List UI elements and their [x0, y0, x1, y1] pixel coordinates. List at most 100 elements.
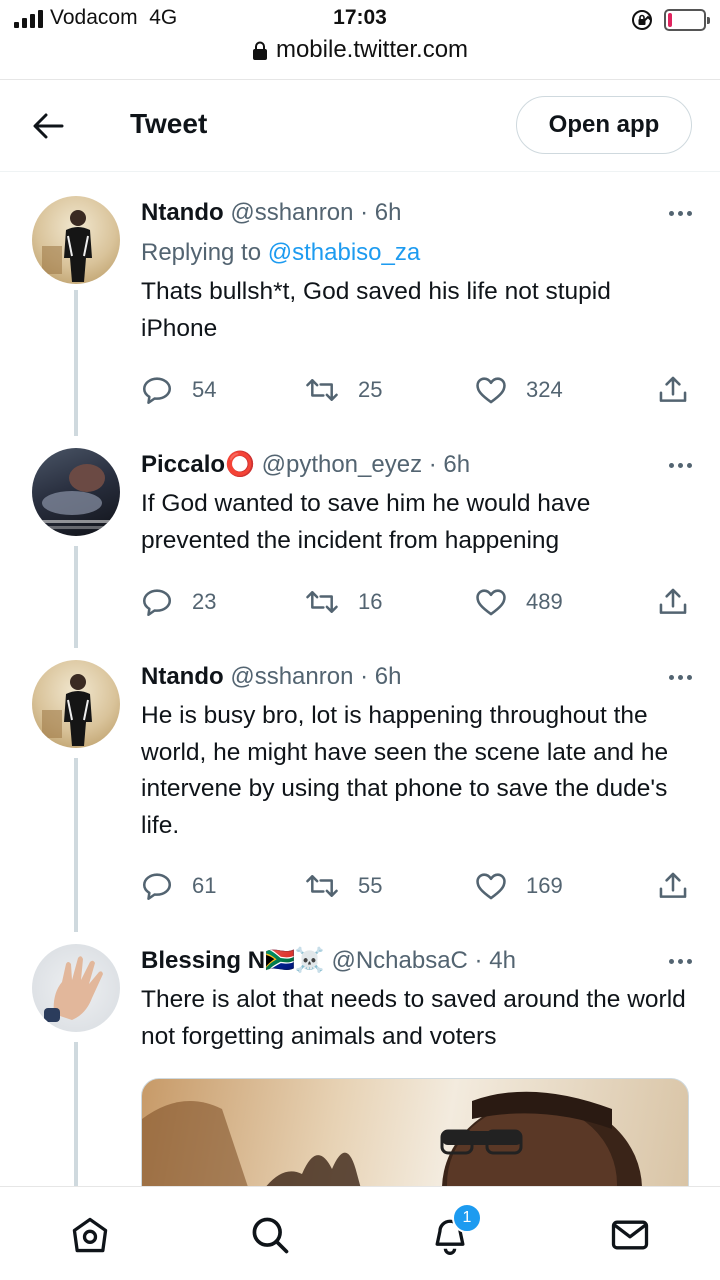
tweet-text: There is alot that needs to saved around…	[141, 986, 686, 1050]
tweet-time[interactable]: 6h	[443, 451, 470, 478]
reply-button[interactable]: 54	[140, 370, 216, 410]
tweet-time[interactable]: 6h	[375, 663, 402, 690]
page-header: Tweet Open app	[0, 80, 720, 172]
handle[interactable]: @NchabsaC	[331, 947, 467, 974]
notification-badge: 1	[452, 1203, 482, 1233]
hand-photo-icon	[44, 956, 103, 1022]
retweet-count: 25	[358, 377, 383, 402]
tweet-meta: Ntando @sshanron · 6h	[141, 199, 402, 226]
avatar[interactable]	[32, 196, 120, 284]
status-time: 17:03	[333, 6, 387, 29]
tweet-text: If God wanted to save him he would have …	[141, 490, 591, 554]
nav-search[interactable]	[248, 1213, 292, 1257]
more-options-icon[interactable]	[669, 660, 692, 694]
display-name[interactable]: Ntando	[141, 663, 224, 690]
like-button[interactable]: 324	[474, 370, 563, 410]
avatar[interactable]	[32, 660, 120, 748]
person-silhouette-icon	[42, 210, 92, 282]
replying-label: Replying to	[141, 239, 262, 266]
retweet-icon	[306, 591, 338, 613]
display-name[interactable]: Blessing N	[141, 947, 265, 974]
like-button[interactable]: 489	[474, 582, 563, 622]
battery-icon	[664, 9, 710, 31]
tweet-text: He is busy bro, lot is happening through…	[141, 702, 669, 839]
retweet-count: 55	[358, 873, 383, 898]
more-options-icon[interactable]	[669, 196, 692, 230]
like-count: 169	[526, 873, 563, 898]
reply-button[interactable]: 23	[140, 582, 216, 622]
status-right	[630, 8, 710, 32]
reply-count: 61	[192, 873, 217, 898]
share-button[interactable]	[656, 582, 690, 622]
reply-icon	[142, 873, 172, 901]
tweet-actions: 61 55 169	[0, 866, 720, 906]
url-text: mobile.twitter.com	[275, 36, 469, 63]
retweet-count: 16	[358, 589, 383, 614]
lock-icon	[252, 41, 267, 60]
mention-link[interactable]: @sthabiso_za	[268, 239, 420, 266]
like-button[interactable]: 169	[474, 866, 563, 906]
share-icon	[659, 588, 687, 614]
home-icon	[72, 1217, 108, 1253]
share-button[interactable]	[656, 866, 690, 906]
search-icon	[252, 1217, 289, 1254]
thread-connector	[74, 1042, 78, 1186]
retweet-icon	[306, 875, 338, 897]
handle[interactable]: @sshanron	[230, 663, 353, 690]
tweet[interactable]: Ntando @sshanron · 6h Replying to @sthab…	[0, 172, 720, 436]
address-bar[interactable]: mobile.twitter.com	[0, 36, 720, 64]
retweet-button[interactable]: 25	[304, 370, 382, 410]
nav-messages[interactable]	[608, 1213, 652, 1257]
heart-icon	[476, 589, 506, 616]
tweet-actions: 54 25 324	[0, 370, 720, 410]
display-name[interactable]: Ntando	[141, 199, 224, 226]
reply-count: 23	[192, 589, 217, 614]
tweet-time[interactable]: 6h	[375, 199, 402, 226]
reply-icon	[142, 377, 172, 405]
share-icon	[659, 376, 687, 402]
tweet[interactable]: Blessing N🇿🇦☠️ @NchabsaC · 4h There is a…	[0, 930, 720, 1186]
nav-home[interactable]	[68, 1213, 112, 1257]
photo-content-icon	[142, 1091, 642, 1186]
avatar[interactable]	[32, 448, 120, 536]
page-title: Tweet	[130, 108, 208, 139]
tweet-media-image[interactable]	[141, 1078, 689, 1186]
more-options-icon[interactable]	[669, 448, 692, 482]
tweet-meta: Piccalo⭕ @python_eyez · 6h	[141, 451, 471, 478]
retweet-button[interactable]: 55	[304, 866, 382, 906]
share-button[interactable]	[656, 370, 690, 410]
like-count: 324	[526, 377, 563, 402]
arrow-left-icon	[33, 113, 64, 139]
handle[interactable]: @sshanron	[230, 199, 353, 226]
thread-connector	[74, 290, 78, 436]
bottom-navigation: 1	[0, 1186, 720, 1280]
handle[interactable]: @python_eyez	[262, 451, 422, 478]
reply-icon	[142, 589, 172, 617]
reply-button[interactable]: 61	[140, 866, 216, 906]
tweet[interactable]: Ntando @sshanron · 6h He is busy bro, lo…	[0, 646, 720, 932]
tweet-thread: Ntando @sshanron · 6h Replying to @sthab…	[0, 172, 720, 1186]
retweet-icon	[306, 379, 338, 401]
video-thumbnail-icon	[32, 464, 120, 529]
messages-icon	[611, 1220, 649, 1250]
tweet[interactable]: Piccalo⭕ @python_eyez · 6h If God wanted…	[0, 434, 720, 648]
back-button[interactable]	[28, 108, 68, 144]
reply-count: 54	[192, 377, 217, 402]
more-options-icon[interactable]	[669, 944, 692, 978]
name-emoji: 🇿🇦☠️	[265, 947, 325, 974]
tweet-text: Thats bullsh*t, God saved his life not s…	[141, 278, 611, 342]
rotation-lock-icon	[632, 10, 652, 30]
avatar[interactable]	[32, 944, 120, 1032]
tweet-meta: Ntando @sshanron · 6h	[141, 663, 402, 690]
person-silhouette-icon	[42, 674, 92, 746]
display-name[interactable]: Piccalo	[141, 451, 225, 478]
open-app-button[interactable]: Open app	[516, 96, 692, 154]
tweet-actions: 23 16 489	[0, 582, 720, 622]
status-bar: Vodacom 4G 17:03 mobile.twitter.com	[0, 0, 720, 80]
tweet-time[interactable]: 4h	[489, 947, 516, 974]
retweet-button[interactable]: 16	[304, 582, 382, 622]
name-emoji: ⭕	[225, 451, 255, 478]
replying-to: Replying to @sthabiso_za	[141, 236, 692, 270]
like-count: 489	[526, 589, 563, 614]
heart-icon	[476, 873, 506, 900]
